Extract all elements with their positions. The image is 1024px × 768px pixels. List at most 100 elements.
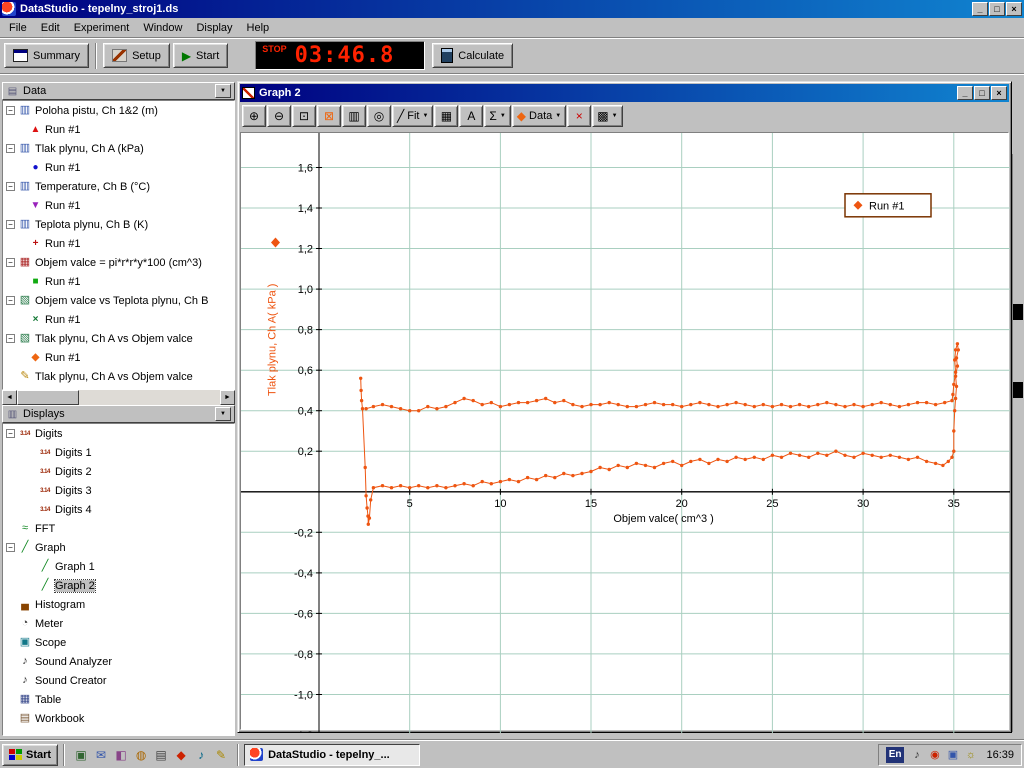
svg-text:0,4: 0,4	[298, 406, 313, 418]
setup-button[interactable]: Setup	[103, 43, 170, 68]
svg-text:1,2: 1,2	[298, 244, 313, 256]
display-item[interactable]: 3.14Digits 3	[3, 481, 234, 500]
summary-icon	[13, 49, 28, 62]
tray-icon-3[interactable]: ▣	[945, 747, 960, 763]
graph-calculator-button[interactable]: ▦	[434, 105, 458, 127]
quicklaunch-icon-3[interactable]: ◧	[112, 746, 130, 764]
graph-scale-to-fit-button[interactable]: ⊠	[317, 105, 341, 127]
quicklaunch-icon-5[interactable]: ▤	[152, 746, 170, 764]
expander-icon[interactable]: −	[6, 220, 15, 229]
datastudio-task-icon	[250, 748, 263, 761]
menu-item-help[interactable]: Help	[240, 20, 277, 36]
data-item[interactable]: −▥Temperature, Ch B (°C)	[3, 177, 234, 196]
graph-statistics-menu-button[interactable]: Σ▼	[484, 105, 510, 127]
quicklaunch-icon-1[interactable]: ▣	[72, 746, 90, 764]
quicklaunch-icon-7[interactable]: ♪	[192, 746, 210, 764]
data-menu-icon: ◆	[517, 110, 526, 122]
quicklaunch-icon-6[interactable]: ◆	[172, 746, 190, 764]
graph-align-x-scales-button[interactable]: ▥	[342, 105, 366, 127]
data-item[interactable]: −▦Objem valce = pi*r*r*y*100 (cm^3)	[3, 253, 234, 272]
graph-zoom-out-button[interactable]: ⊖	[267, 105, 291, 127]
tray-icon-4[interactable]: ☼	[963, 747, 978, 763]
display-item[interactable]: 3.14Digits 1	[3, 443, 234, 462]
data-panel-menu-button[interactable]: ▼	[215, 84, 231, 98]
graph-zoom-select-button[interactable]: ⊡	[292, 105, 316, 127]
scrollbar-thumb[interactable]	[17, 390, 79, 405]
scroll-left-button[interactable]: ◄	[2, 390, 17, 405]
menu-item-file[interactable]: File	[2, 20, 34, 36]
run-item[interactable]: ◆Run #1	[3, 348, 234, 367]
expander-icon[interactable]: −	[6, 258, 15, 267]
display-item[interactable]: 3.14Digits 4	[3, 500, 234, 519]
display-item[interactable]: ▣Scope	[3, 633, 234, 652]
display-item[interactable]: ▄Histogram	[3, 595, 234, 614]
summary-button[interactable]: Summary	[4, 43, 89, 68]
graph-fit-menu-button[interactable]: ╱Fit▼	[392, 105, 433, 127]
displays-panel-menu-button[interactable]: ▼	[215, 407, 231, 421]
display-item[interactable]: ≈FFT	[3, 519, 234, 538]
language-indicator[interactable]: En	[886, 747, 905, 763]
taskbar-task-button[interactable]: DataStudio - tepelny_...	[244, 744, 420, 766]
graph-data-menu-button[interactable]: ◆Data▼	[512, 105, 566, 127]
run-item[interactable]: ■Run #1	[3, 272, 234, 291]
run-item[interactable]: ▼Run #1	[3, 196, 234, 215]
expander-icon[interactable]: −	[6, 182, 15, 191]
display-item-label: Digits 2	[55, 466, 92, 478]
display-item[interactable]: ◔Meter	[3, 614, 234, 633]
start-button[interactable]: ▶ Start	[173, 43, 228, 68]
graph-remove-button[interactable]: ×	[567, 105, 591, 127]
maximize-button[interactable]: □	[989, 2, 1005, 16]
data-item[interactable]: −▥Poloha pistu, Ch 1&2 (m)	[3, 101, 234, 120]
expander-icon[interactable]: −	[6, 334, 15, 343]
graph-maximize-button[interactable]: □	[974, 86, 990, 100]
run-item[interactable]: ●Run #1	[3, 158, 234, 177]
data-horizontal-scrollbar[interactable]: ◄ ►	[2, 390, 235, 405]
display-item[interactable]: ▤Workbook	[3, 709, 234, 728]
graph-smart-tool-button[interactable]: ◎	[367, 105, 391, 127]
menu-item-display[interactable]: Display	[189, 20, 239, 36]
menu-item-edit[interactable]: Edit	[34, 20, 67, 36]
calculate-button[interactable]: Calculate	[432, 43, 513, 68]
run-item[interactable]: +Run #1	[3, 234, 234, 253]
graph-close-button[interactable]: ×	[991, 86, 1007, 100]
graph-text-annotation-button[interactable]: A	[459, 105, 483, 127]
quicklaunch-icon-4[interactable]: ◍	[132, 746, 150, 764]
data-item[interactable]: −▥Tlak plynu, Ch A (kPa)	[3, 139, 234, 158]
display-item[interactable]: ♪Sound Creator	[3, 671, 234, 690]
expander-icon[interactable]: −	[6, 144, 15, 153]
display-item[interactable]: ╱Graph 2	[3, 576, 234, 595]
display-item[interactable]: ╱Graph 1	[3, 557, 234, 576]
close-button[interactable]: ×	[1006, 2, 1022, 16]
taskbar-start-button[interactable]: Start	[2, 744, 58, 766]
menu-item-window[interactable]: Window	[136, 20, 189, 36]
data-item[interactable]: −▧Tlak plynu, Ch A vs Objem valce	[3, 329, 234, 348]
display-item[interactable]: −3.14Digits	[3, 424, 234, 443]
expander-icon[interactable]: −	[6, 296, 15, 305]
scrollbar-track[interactable]	[17, 390, 220, 405]
minimize-button[interactable]: _	[972, 2, 988, 16]
graph-zoom-in-button[interactable]: ⊕	[242, 105, 266, 127]
display-item[interactable]: ♪Sound Analyzer	[3, 652, 234, 671]
data-item[interactable]: ✎Tlak plynu, Ch A vs Objem valce	[3, 367, 234, 386]
expander-icon[interactable]: −	[6, 543, 15, 552]
data-item[interactable]: −▧Objem valce vs Teplota plynu, Ch B	[3, 291, 234, 310]
expander-icon[interactable]: −	[6, 429, 15, 438]
quicklaunch-icon-2[interactable]: ✉	[92, 746, 110, 764]
tray-icon-1[interactable]: ♪	[909, 747, 924, 763]
menu-item-experiment[interactable]: Experiment	[67, 20, 137, 36]
run-item[interactable]: ▲Run #1	[3, 120, 234, 139]
chart-svg[interactable]: 1,61,41,21,00,80,60,40,2-0,2-0,4-0,6-0,8…	[241, 133, 1010, 733]
display-item[interactable]: 3.14Digits 2	[3, 462, 234, 481]
graph-graph-settings-menu-button[interactable]: ▩▼	[592, 105, 622, 127]
graph-minimize-button[interactable]: _	[957, 86, 973, 100]
display-item[interactable]: ▦Table	[3, 690, 234, 709]
expander-icon[interactable]: −	[6, 106, 15, 115]
scroll-right-button[interactable]: ►	[220, 390, 235, 405]
dropdown-arrow-icon: ▼	[500, 113, 506, 119]
data-item[interactable]: −▥Teplota plynu, Ch B (K)	[3, 215, 234, 234]
display-item[interactable]: −╱Graph	[3, 538, 234, 557]
remove-icon: ×	[576, 110, 583, 122]
tray-icon-2[interactable]: ◉	[927, 747, 942, 763]
run-item[interactable]: ×Run #1	[3, 310, 234, 329]
quicklaunch-icon-8[interactable]: ✎	[212, 746, 230, 764]
